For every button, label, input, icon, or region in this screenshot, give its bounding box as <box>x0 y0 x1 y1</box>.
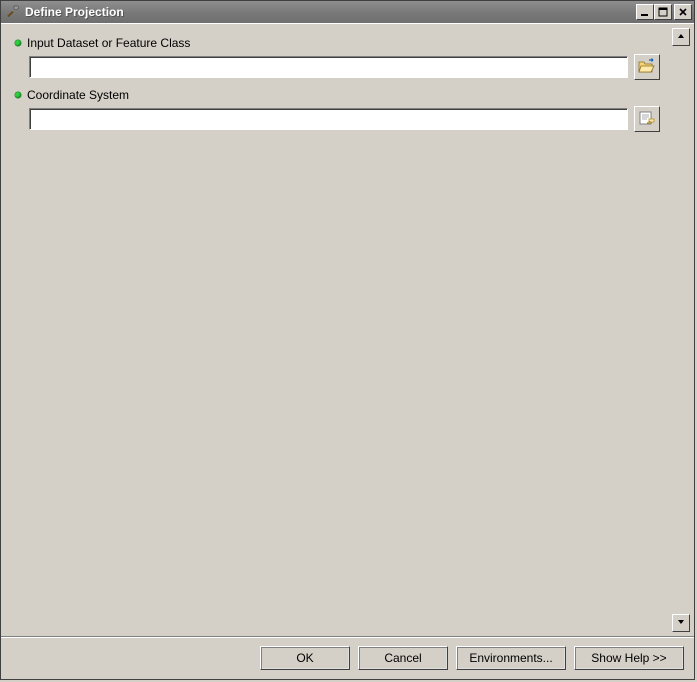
param-label-row: Coordinate System <box>13 88 664 102</box>
param-label-row: Input Dataset or Feature Class <box>13 36 664 50</box>
required-indicator-icon <box>15 92 21 98</box>
coordinate-system-properties-button[interactable] <box>634 106 660 132</box>
ok-button[interactable]: OK <box>260 646 350 670</box>
dialog-button-bar: OK Cancel Environments... Show Help >> <box>1 636 694 679</box>
param-label: Coordinate System <box>27 88 129 102</box>
properties-page-icon <box>638 110 656 129</box>
show-help-button[interactable]: Show Help >> <box>574 646 684 670</box>
input-dataset-field[interactable] <box>29 56 628 78</box>
param-label: Input Dataset or Feature Class <box>27 36 190 50</box>
window-title: Define Projection <box>25 5 636 19</box>
environments-button[interactable]: Environments... <box>456 646 566 670</box>
param-input-dataset: Input Dataset or Feature Class <box>13 36 664 80</box>
parameters-area: Input Dataset or Feature Class <box>5 28 672 632</box>
window-controls <box>636 4 692 20</box>
title-bar[interactable]: Define Projection <box>1 1 694 23</box>
chevron-up-icon <box>677 31 685 43</box>
param-coordinate-system: Coordinate System <box>13 88 664 132</box>
close-button[interactable] <box>674 4 692 20</box>
required-indicator-icon <box>15 40 21 46</box>
scroll-up-button[interactable] <box>672 28 690 46</box>
browse-dataset-button[interactable] <box>634 54 660 80</box>
hammer-icon <box>5 4 21 20</box>
scroll-down-button[interactable] <box>672 614 690 632</box>
scroll-panel: Input Dataset or Feature Class <box>5 28 690 632</box>
chevron-down-icon <box>677 617 685 629</box>
maximize-button[interactable] <box>654 4 672 20</box>
param-input-row <box>13 106 664 132</box>
cancel-button[interactable]: Cancel <box>358 646 448 670</box>
minimize-button[interactable] <box>636 4 654 20</box>
client-area: Input Dataset or Feature Class <box>1 23 694 636</box>
coordinate-system-field[interactable] <box>29 108 628 130</box>
dialog-window: Define Projection Input <box>0 0 695 680</box>
vertical-scrollbar[interactable] <box>672 28 690 632</box>
scrollbar-track[interactable] <box>672 46 690 614</box>
folder-open-icon <box>638 58 656 77</box>
param-input-row <box>13 54 664 80</box>
